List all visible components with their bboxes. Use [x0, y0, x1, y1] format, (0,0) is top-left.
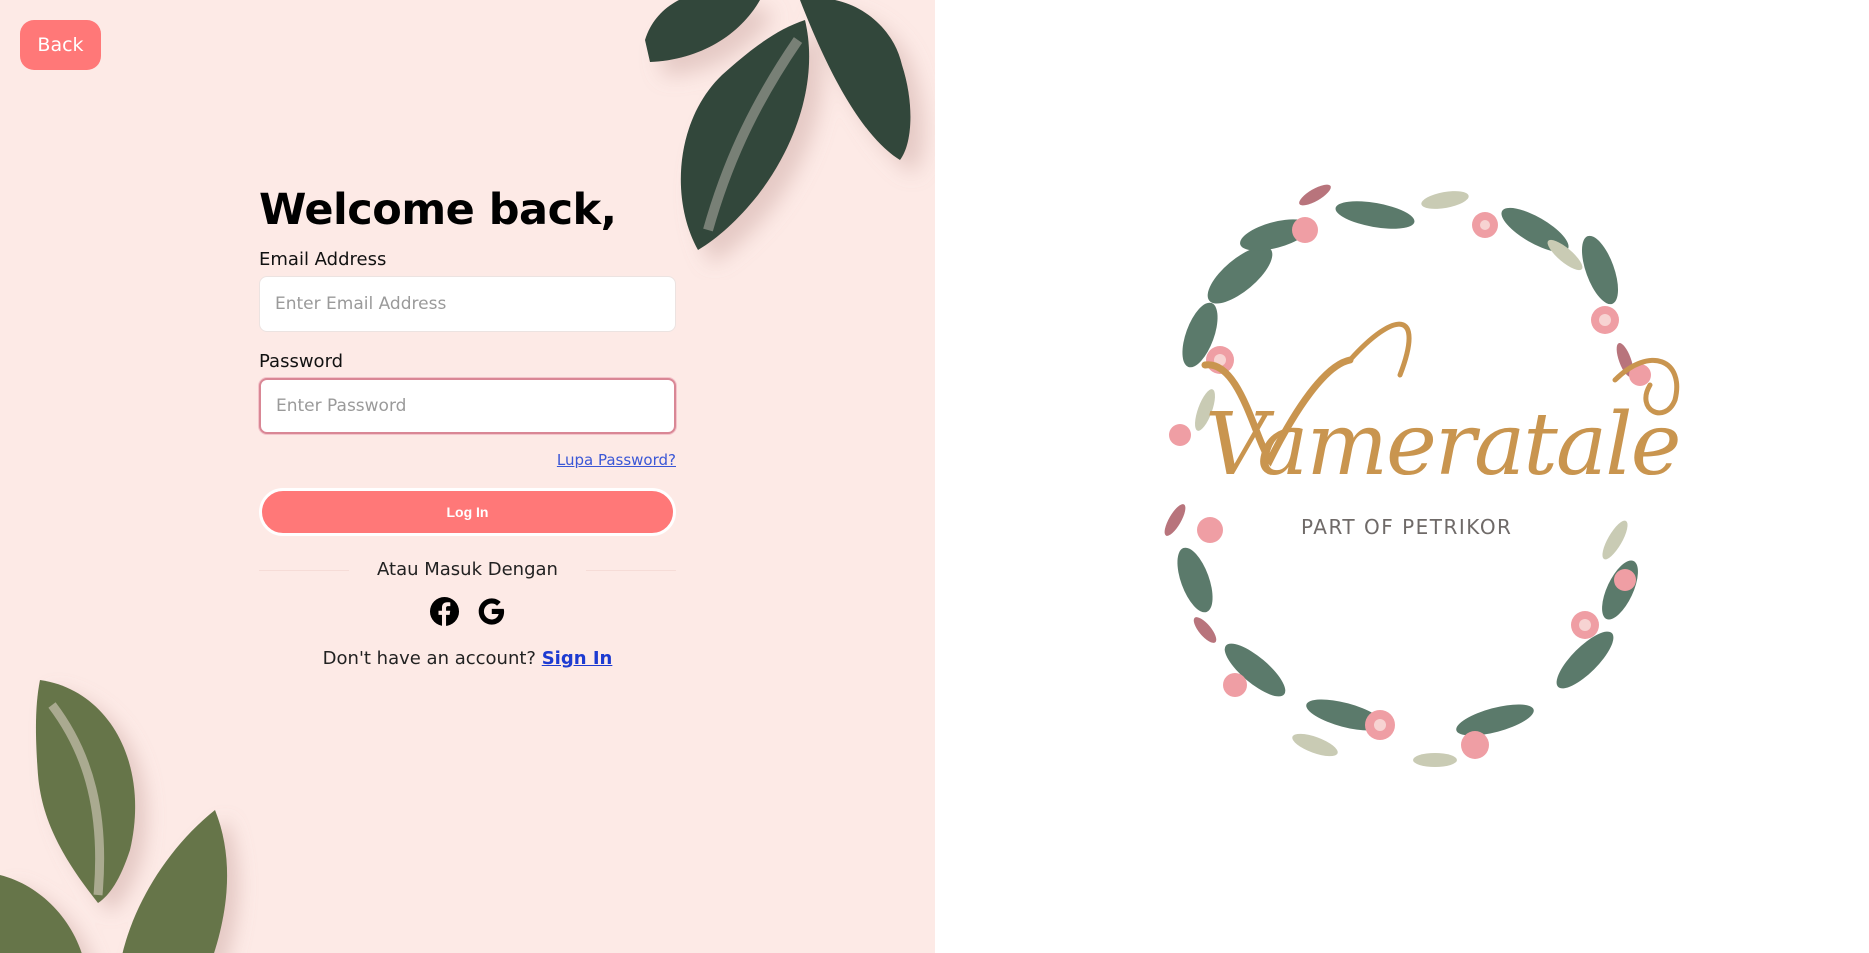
leaf-decoration-bottom — [0, 680, 228, 953]
google-icon[interactable] — [476, 596, 507, 627]
forgot-password-row: Lupa Password? — [259, 450, 676, 472]
brand-name: Vameratale — [1205, 395, 1682, 495]
email-field[interactable] — [259, 276, 676, 332]
facebook-icon[interactable] — [429, 596, 460, 627]
social-login-row — [259, 596, 676, 630]
login-panel: Back Welcome back, Email Address Passwor… — [0, 0, 935, 953]
signup-prompt: Don't have an account? — [322, 648, 536, 669]
password-label: Password — [259, 351, 344, 372]
sign-in-link[interactable]: Sign In — [542, 648, 613, 669]
back-button[interactable]: Back — [20, 20, 101, 70]
forgot-password-link[interactable]: Lupa Password? — [557, 451, 676, 469]
email-label: Email Address — [259, 249, 387, 270]
divider-text: Atau Masuk Dengan — [377, 559, 558, 580]
brand-tagline: PART OF PETRIKOR — [1301, 515, 1513, 539]
brand-panel: Vameratale PART OF PETRIKOR — [935, 0, 1869, 953]
signup-row: Don't have an account? Sign In — [259, 648, 676, 669]
divider-line-left — [259, 570, 349, 571]
login-form: Welcome back, Email Address Password Lup… — [259, 180, 676, 669]
login-button[interactable]: Log In — [259, 488, 676, 536]
password-field[interactable] — [259, 378, 676, 434]
divider-line-right — [586, 570, 676, 571]
divider: Atau Masuk Dengan — [259, 558, 676, 582]
page-title: Welcome back, — [259, 185, 617, 235]
